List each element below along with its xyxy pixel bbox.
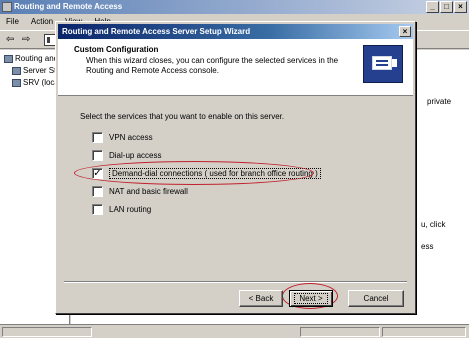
demand-dial-checkbox[interactable]: ✓ bbox=[92, 168, 103, 179]
setup-wizard-dialog: Routing and Remote Access Server Setup W… bbox=[55, 21, 416, 314]
menu-action[interactable]: Action bbox=[31, 14, 53, 30]
status-cell bbox=[2, 327, 92, 337]
back-arrow-icon[interactable]: ⇦ bbox=[6, 34, 14, 46]
close-button[interactable]: × bbox=[454, 1, 467, 13]
option-demand-dial[interactable]: ✓ Demand-dial connections ( used for bra… bbox=[92, 168, 321, 179]
button-divider bbox=[64, 281, 407, 283]
status-cell bbox=[382, 327, 466, 337]
details-text-fragment: private bbox=[427, 97, 452, 106]
background-window-title: Routing and Remote Access bbox=[14, 2, 123, 11]
window-controls: _ □ × bbox=[426, 1, 467, 13]
wizard-title-bar[interactable]: Routing and Remote Access Server Setup W… bbox=[58, 24, 413, 39]
menu-file[interactable]: File bbox=[6, 14, 19, 30]
option-lan-routing[interactable]: LAN routing bbox=[92, 204, 151, 215]
minimize-button[interactable]: _ bbox=[426, 1, 439, 13]
status-cell bbox=[300, 327, 380, 337]
next-button[interactable]: Next > bbox=[289, 290, 333, 307]
wizard-close-button[interactable]: × bbox=[399, 26, 411, 37]
back-button[interactable]: < Back bbox=[239, 290, 283, 307]
page-title: Custom Configuration bbox=[74, 45, 159, 54]
dial-up-access-checkbox[interactable] bbox=[92, 150, 103, 161]
details-text-fragment: ess bbox=[421, 242, 434, 251]
option-label: Demand-dial connections ( used for branc… bbox=[109, 168, 321, 179]
server-mailbox-icon bbox=[363, 45, 403, 83]
server-icon bbox=[4, 55, 13, 63]
nat-firewall-checkbox[interactable] bbox=[92, 186, 103, 197]
option-nat-firewall[interactable]: NAT and basic firewall bbox=[92, 186, 188, 197]
server-icon bbox=[12, 79, 21, 87]
option-vpn-access[interactable]: VPN access bbox=[92, 132, 153, 143]
status-bar bbox=[0, 324, 469, 338]
vpn-access-checkbox[interactable] bbox=[92, 132, 103, 143]
mmc-app-icon bbox=[2, 2, 12, 12]
wizard-title: Routing and Remote Access Server Setup W… bbox=[62, 27, 251, 36]
lan-routing-checkbox[interactable] bbox=[92, 204, 103, 215]
cancel-button-label: Cancel bbox=[363, 294, 389, 303]
option-dial-up-access[interactable]: Dial-up access bbox=[92, 150, 161, 161]
details-text-fragment: u, click bbox=[421, 220, 446, 229]
option-label: Dial-up access bbox=[109, 151, 162, 160]
services-prompt: Select the services that you want to ena… bbox=[80, 112, 285, 121]
option-label: LAN routing bbox=[109, 205, 152, 214]
option-label: NAT and basic firewall bbox=[109, 187, 188, 196]
maximize-button[interactable]: □ bbox=[440, 1, 453, 13]
server-icon bbox=[12, 67, 21, 75]
wizard-header: Custom Configuration When this wizard cl… bbox=[58, 39, 413, 96]
back-button-label: < Back bbox=[248, 294, 274, 303]
next-button-label: Next > bbox=[294, 293, 328, 304]
page-subtitle: When this wizard closes, you can configu… bbox=[86, 56, 339, 75]
forward-arrow-icon[interactable]: ⇨ bbox=[22, 34, 30, 46]
option-label: VPN access bbox=[109, 133, 153, 142]
cancel-button[interactable]: Cancel bbox=[348, 290, 404, 307]
background-title-bar: Routing and Remote Access _ □ × bbox=[0, 0, 469, 14]
